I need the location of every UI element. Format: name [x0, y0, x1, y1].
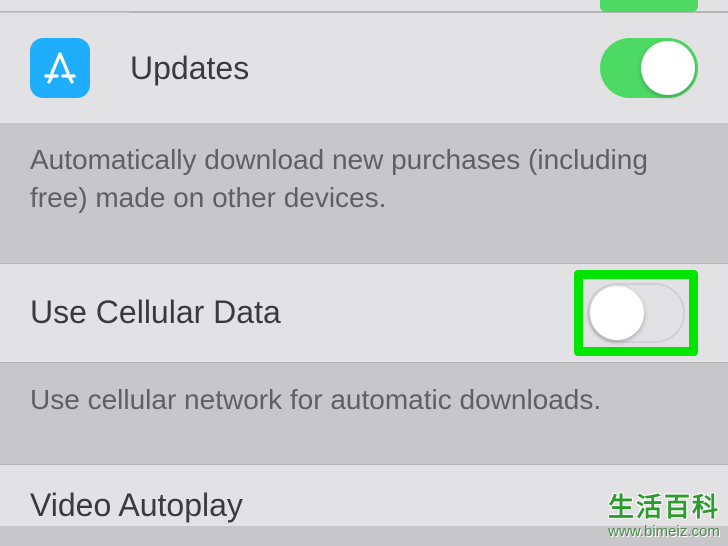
updates-row: Updates — [0, 13, 728, 123]
updates-label: Updates — [130, 50, 600, 87]
cellular-toggle[interactable] — [587, 283, 685, 343]
app-store-icon — [30, 38, 90, 98]
use-cellular-data-row: Use Cellular Data — [0, 263, 728, 363]
toggle-knob — [590, 286, 644, 340]
cellular-label: Use Cellular Data — [30, 294, 574, 331]
partial-toggle-on — [600, 0, 698, 12]
video-autoplay-row[interactable]: Video Autoplay — [0, 464, 728, 526]
video-autoplay-label: Video Autoplay — [30, 487, 698, 524]
partial-previous-row — [0, 0, 728, 12]
toggle-knob — [641, 41, 695, 95]
updates-toggle[interactable] — [600, 38, 698, 98]
auto-download-footer: Automatically download new purchases (in… — [0, 123, 728, 235]
cellular-footer: Use cellular network for automatic downl… — [0, 363, 728, 437]
section-spacer — [0, 235, 728, 263]
section-spacer-2 — [0, 436, 728, 464]
highlight-annotation — [574, 270, 698, 356]
